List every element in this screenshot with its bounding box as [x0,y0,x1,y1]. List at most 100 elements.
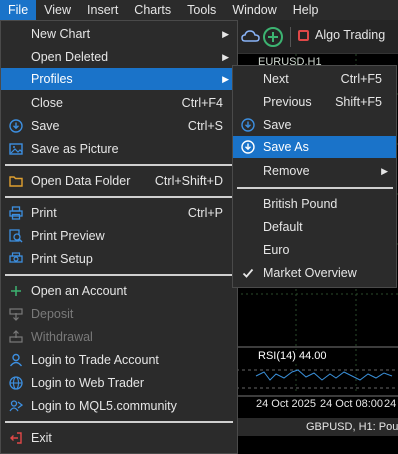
menu-item-label: Withdrawal [31,330,93,344]
shortcut-label: Ctrl+S [187,119,223,133]
menu-item-label: Open an Account [31,284,127,298]
submenu-item-save[interactable]: Save [233,114,396,136]
menu-item-label: Login to Web Trader [31,376,145,390]
chevron-right-icon: ▶ [381,166,388,176]
shortcut-label: Shift+F5 [335,95,382,109]
folder-icon [9,176,23,187]
menu-item-deposit[interactable]: Deposit [1,303,237,325]
cloud-icon[interactable] [240,26,262,48]
print-preview-icon [9,229,23,243]
save-icon [241,118,255,132]
menu-item-label: Save as Picture [31,142,119,156]
menu-item-new-chart[interactable]: New Chart ▶ [1,23,237,45]
menu-item-label: Market Overview [263,266,357,280]
menu-separator [237,187,393,189]
menu-item-open-deleted[interactable]: Open Deleted ▶ [1,46,237,68]
menu-item-print-setup[interactable]: Print Setup [1,248,237,270]
submenu-item-remove[interactable]: Remove ▶ [233,160,396,182]
date-label: 24 Oct 08:00 [320,398,383,410]
menu-item-exit[interactable]: Exit [1,427,237,449]
menu-item-label: Print Setup [31,252,93,266]
print-icon [9,206,23,220]
menu-item-label: Next [263,72,289,86]
menu-insert[interactable]: Insert [79,0,126,20]
menu-item-close[interactable]: Close Ctrl+F4 [1,92,237,114]
menu-item-save[interactable]: Save Ctrl+S [1,115,237,137]
shortcut-label: Ctrl+P [187,206,223,220]
save-icon [241,140,255,154]
profiles-submenu: Next Ctrl+F5 Previous Shift+F5 Save Save… [232,65,397,288]
menu-view[interactable]: View [36,0,79,20]
menu-item-save-as-picture[interactable]: Save as Picture [1,138,237,160]
menu-item-label: Previous [263,95,312,109]
menu-item-label: Open Data Folder [31,174,131,188]
menu-item-label: Save [31,119,60,133]
menu-item-label: Print Preview [31,229,105,243]
menu-item-label: Remove [263,164,310,178]
print-setup-icon [9,252,23,263]
menu-item-withdrawal[interactable]: Withdrawal [1,326,237,348]
submenu-item-next[interactable]: Next Ctrl+F5 [233,68,396,90]
user-icon [9,353,23,367]
menu-item-print-preview[interactable]: Print Preview [1,225,237,247]
chevron-right-icon: ▶ [222,52,229,62]
menu-separator [5,164,233,166]
menu-charts[interactable]: Charts [126,0,179,20]
menu-item-open-data-folder[interactable]: Open Data Folder Ctrl+Shift+D [1,170,237,192]
globe-icon [9,376,23,390]
menu-separator [5,421,233,423]
withdrawal-icon [9,330,23,343]
menu-item-label: Default [263,220,303,234]
date-label: 24 Oct 2025 [256,398,316,410]
add-chart-icon[interactable] [262,26,284,48]
chart-tab[interactable]: GBPUSD, H1: Pound [238,418,398,436]
shortcut-label: Ctrl+F5 [340,72,382,86]
plus-icon [11,286,21,296]
menu-item-login-web-trader[interactable]: Login to Web Trader [1,372,237,394]
exit-icon [10,432,22,444]
menu-item-open-account[interactable]: Open an Account [1,280,237,302]
deposit-icon [9,308,23,321]
algo-trading-label: Algo Trading [315,28,386,42]
chevron-right-icon: ▶ [222,74,229,84]
submenu-item-save-as[interactable]: Save As [233,136,396,158]
date-label: 24 Oct [384,398,398,410]
submenu-item-profile[interactable]: British Pound [233,193,396,215]
menu-item-login-mql5[interactable]: Login to MQL5.community [1,395,237,417]
menu-item-login-trade-account[interactable]: Login to Trade Account [1,349,237,371]
menu-tools[interactable]: Tools [179,0,224,20]
menu-separator [5,196,233,198]
menu-item-label: British Pound [263,197,338,211]
menu-item-print[interactable]: Print Ctrl+P [1,202,237,224]
menu-file[interactable]: File [0,0,37,20]
submenu-item-profile-checked[interactable]: Market Overview [233,262,396,284]
menu-window[interactable]: Window [224,0,284,20]
chart-tab-label: GBPUSD, H1: Pound [306,421,398,433]
menu-bar: File View Insert Charts Tools Window Hel… [0,0,398,20]
menu-item-label: Login to Trade Account [31,353,159,367]
rsi-label: RSI(14) 44.00 [258,350,327,362]
menu-item-label: Deposit [31,307,74,321]
menu-item-label: Login to MQL5.community [31,399,177,413]
menu-help[interactable]: Help [285,0,327,20]
shortcut-label: Ctrl+F4 [181,96,223,110]
menu-item-profiles[interactable]: Profiles ▶ [1,68,237,90]
algo-stop-icon [298,29,309,41]
menu-item-label: Save As [263,140,309,154]
menu-item-label: New Chart [31,27,91,41]
save-icon [9,119,23,133]
algo-trading-button[interactable]: Algo Trading [298,28,385,42]
picture-icon [9,143,23,155]
menu-item-label: Close [31,96,63,110]
menu-item-label: Save [263,118,292,132]
submenu-item-profile[interactable]: Default [233,216,396,238]
menu-item-label: Euro [263,243,290,257]
file-menu: New Chart ▶ Open Deleted ▶ Profiles ▶ Cl… [0,20,238,454]
submenu-item-profile[interactable]: Euro [233,239,396,261]
menu-item-label: Profiles [31,72,73,86]
community-icon [9,400,23,412]
checkmark-icon [242,268,254,278]
menu-item-label: Exit [31,431,52,445]
submenu-item-previous[interactable]: Previous Shift+F5 [233,91,396,113]
chevron-right-icon: ▶ [222,29,229,39]
